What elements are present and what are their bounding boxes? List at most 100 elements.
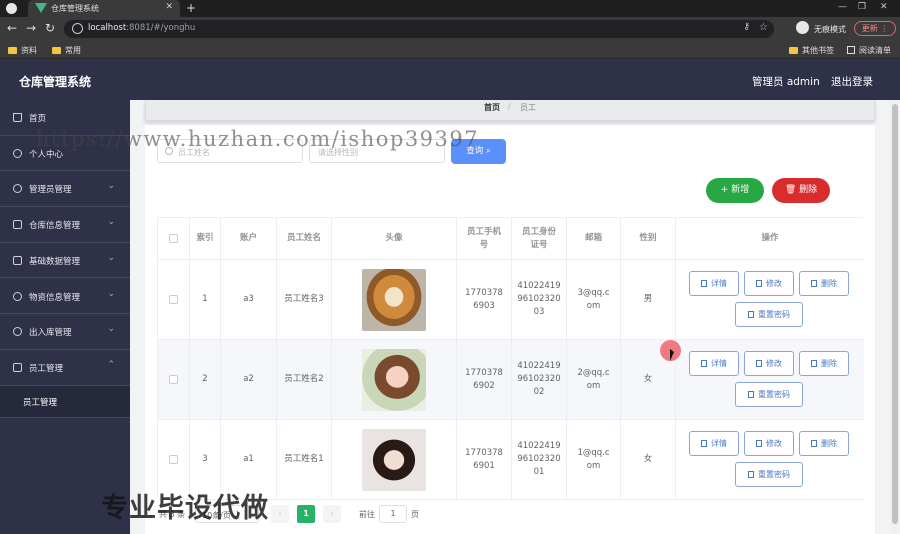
breadcrumb-separator: / xyxy=(508,102,511,111)
header-phone: 员工手机号 xyxy=(457,218,512,259)
select-all-cell xyxy=(158,218,190,259)
delete-button[interactable]: 删除 xyxy=(799,271,849,296)
vue-logo-icon xyxy=(35,3,47,13)
header-gender: 性别 xyxy=(621,218,676,259)
scrollbar-thumb[interactable] xyxy=(892,104,898,524)
cell-gender: 男 xyxy=(621,260,676,339)
avatar-image xyxy=(362,348,426,411)
close-tab-icon[interactable]: ✕ xyxy=(165,2,173,12)
detail-button[interactable]: 详情 xyxy=(689,271,739,296)
trash-icon: 🗑 xyxy=(784,185,797,195)
header-id-number: 员工身份证号 xyxy=(512,218,567,259)
sidebar-item-employees[interactable]: 员工管理 ⌃ xyxy=(0,350,130,386)
update-button[interactable]: 更新 ⋮ xyxy=(854,21,896,36)
doc-icon xyxy=(701,440,707,447)
browser-tab[interactable]: 仓库管理系统 ✕ xyxy=(28,0,180,17)
minimize-icon[interactable]: — xyxy=(838,2,847,12)
reload-icon[interactable]: ↻ xyxy=(45,21,55,35)
sidebar: 首页 个人中心 管理员管理 ⌄ 仓库信息管理 ⌄ 基础数据管理 ⌄ 物资信息管理… xyxy=(0,100,130,534)
forward-icon[interactable]: → xyxy=(26,21,36,35)
next-page-button[interactable]: › xyxy=(323,505,341,523)
page-number-current[interactable]: 1 xyxy=(297,505,315,523)
address-bar[interactable]: localhost:8081/#/yonghu ⚷ ☆ xyxy=(64,20,774,38)
globe-icon xyxy=(13,184,22,194)
row-checkbox[interactable] xyxy=(169,295,178,304)
chevron-down-icon: ⌄ xyxy=(107,324,115,335)
logout-link[interactable]: 退出登录 xyxy=(831,74,873,89)
edit-button[interactable]: 修改 xyxy=(744,271,794,296)
prev-page-button[interactable]: ‹ xyxy=(271,505,289,523)
edit-button[interactable]: 修改 xyxy=(744,351,794,376)
mouse-pointer-icon xyxy=(670,349,674,361)
sidebar-subitem-employee-manage[interactable]: 员工管理 xyxy=(0,385,130,418)
edit-icon xyxy=(756,280,762,287)
edit-icon xyxy=(756,440,762,447)
row-select-cell xyxy=(158,260,190,339)
goto-page-input[interactable]: 1 xyxy=(379,505,407,523)
chevron-down-icon: ⌄ xyxy=(107,181,115,192)
other-bookmarks[interactable]: 其他书签 xyxy=(789,45,834,56)
sidebar-item-basic-data[interactable]: 基础数据管理 ⌄ xyxy=(0,243,130,279)
caption-overlay: 专业毕设代做 xyxy=(101,493,269,524)
folder-icon xyxy=(8,47,17,54)
batch-delete-button[interactable]: 🗑 删除 xyxy=(772,178,830,203)
row-checkbox[interactable] xyxy=(169,455,178,464)
site-info-icon[interactable] xyxy=(72,23,83,34)
cell-actions: 详情 修改 删除 重置密码 xyxy=(676,420,864,499)
avatar-image xyxy=(362,428,426,491)
incognito-icon xyxy=(796,21,809,34)
main-content: 首页 / 员工 员工姓名 请选择性别 查询 ⌕ + 新增 🗑 删除 索引 账户 … xyxy=(130,100,890,534)
table-header: 索引 账户 员工姓名 头像 员工手机号 员工身份证号 邮箱 性别 操作 xyxy=(158,218,864,260)
cell-phone: 17703786902 xyxy=(457,340,512,419)
sidebar-item-materials[interactable]: 物资信息管理 ⌄ xyxy=(0,279,130,315)
select-all-checkbox[interactable] xyxy=(169,234,178,243)
delete-button[interactable]: 删除 xyxy=(799,431,849,456)
close-window-icon[interactable]: ✕ xyxy=(880,2,888,12)
reset-password-button[interactable]: 重置密码 xyxy=(735,382,803,407)
chevron-down-icon: ⌄ xyxy=(107,252,115,263)
edit-icon xyxy=(756,360,762,367)
header-index: 索引 xyxy=(190,218,221,259)
reading-list[interactable]: 阅读清单 xyxy=(847,45,891,56)
cell-name: 员工姓名2 xyxy=(277,340,332,419)
new-tab-icon[interactable]: + xyxy=(186,1,196,15)
header-email: 邮箱 xyxy=(567,218,621,259)
user-icon xyxy=(13,148,22,158)
back-icon[interactable]: ← xyxy=(7,21,17,35)
sidebar-item-warehouse[interactable]: 仓库信息管理 ⌄ xyxy=(0,207,130,243)
maximize-icon[interactable]: ❐ xyxy=(858,2,866,12)
browser-menu-icon[interactable] xyxy=(6,3,17,14)
search-icon: ⌕ xyxy=(485,146,491,156)
reset-password-button[interactable]: 重置密码 xyxy=(735,462,803,487)
delete-button[interactable]: 删除 xyxy=(799,351,849,376)
reset-password-button[interactable]: 重置密码 xyxy=(735,302,803,327)
cell-avatar xyxy=(332,260,457,339)
breadcrumb-home[interactable]: 首页 xyxy=(484,102,500,113)
warehouse-icon xyxy=(13,220,22,230)
row-checkbox[interactable] xyxy=(169,375,178,384)
bookmark-folder[interactable]: 资料 xyxy=(8,45,37,56)
cell-phone: 17703786901 xyxy=(457,420,512,499)
bookmark-star-icon[interactable]: ☆ xyxy=(759,22,768,33)
cell-email: 3@qq.com xyxy=(567,260,621,339)
doc-icon xyxy=(748,391,754,398)
cell-gender: 女 xyxy=(621,420,676,499)
detail-button[interactable]: 详情 xyxy=(689,431,739,456)
bookmark-folder[interactable]: 常用 xyxy=(52,45,81,56)
cell-email: 1@qq.com xyxy=(567,420,621,499)
cell-account: a3 xyxy=(221,260,277,339)
detail-button[interactable]: 详情 xyxy=(689,351,739,376)
sidebar-item-admin[interactable]: 管理员管理 ⌄ xyxy=(0,171,130,208)
sidebar-item-inout[interactable]: 出入库管理 ⌄ xyxy=(0,314,130,350)
cell-id-number: 410224199610232001 xyxy=(512,420,567,499)
key-icon[interactable]: ⚷ xyxy=(743,22,750,32)
incognito-label: 无痕模式 xyxy=(814,25,846,34)
chevron-up-icon: ⌃ xyxy=(107,359,115,370)
home-icon xyxy=(13,113,22,122)
browser-tab-bar: 仓库管理系统 ✕ + — ❐ ✕ xyxy=(0,0,900,17)
goto-label: 前往 xyxy=(359,510,375,519)
cell-avatar xyxy=(332,340,457,419)
page-scrollbar[interactable] xyxy=(890,100,900,534)
edit-button[interactable]: 修改 xyxy=(744,431,794,456)
add-button[interactable]: + 新增 xyxy=(706,178,764,203)
